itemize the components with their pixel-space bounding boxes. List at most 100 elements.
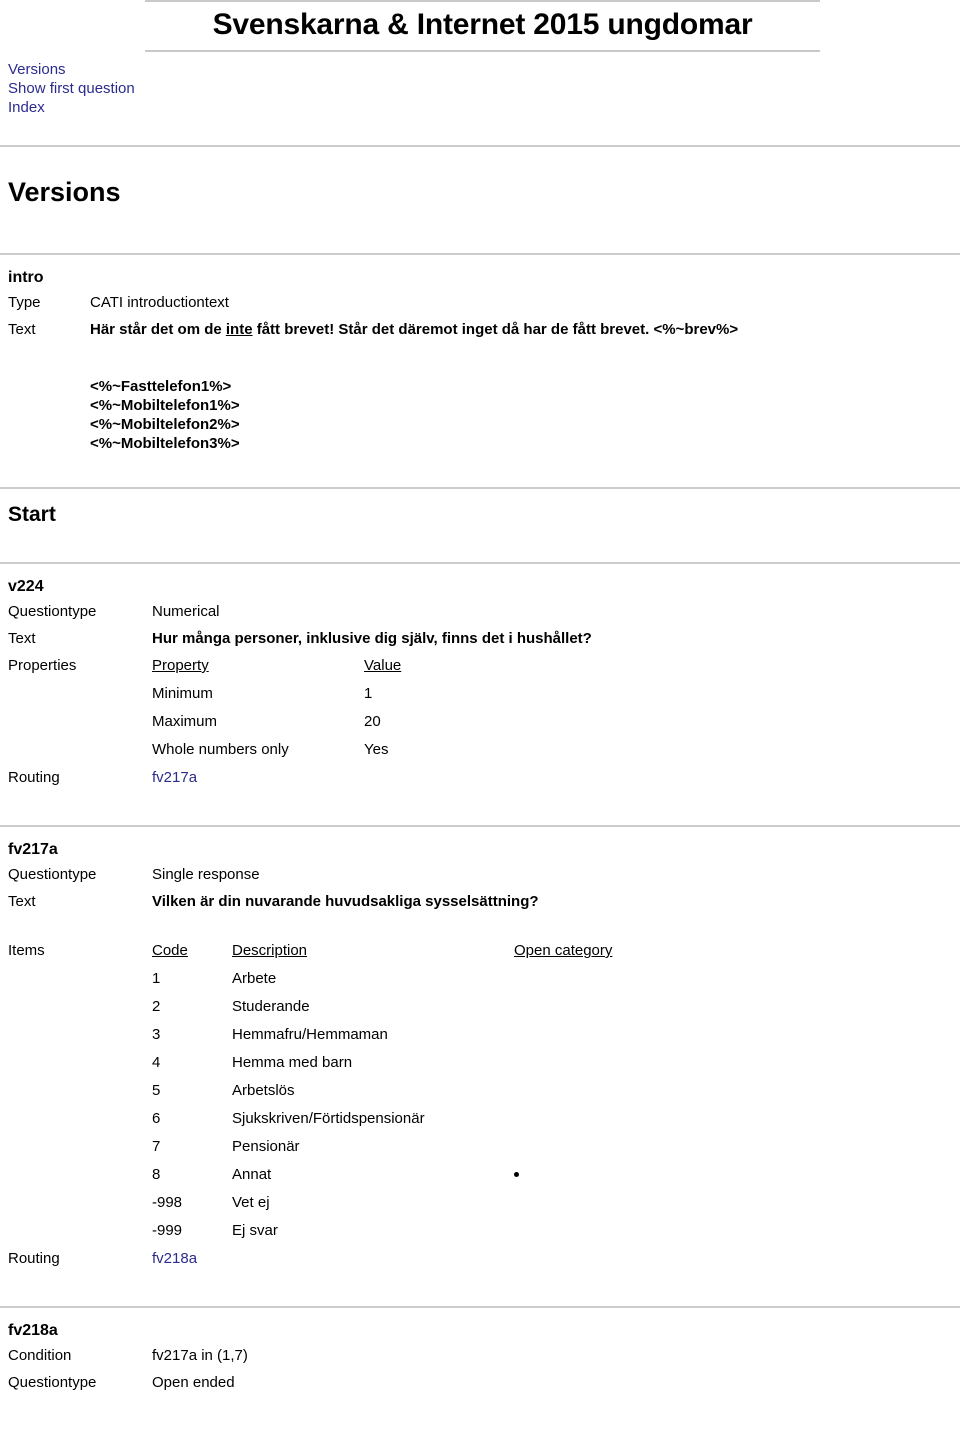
field-row-questiontype: Questiontype Numerical	[8, 598, 960, 625]
field-row-properties: Properties Property Value Minimum 1 Maxi…	[8, 652, 960, 764]
field-row-text: Text Vilken är din nuvarande huvudsaklig…	[8, 888, 960, 915]
table-row: 1 Arbete	[152, 965, 694, 993]
field-value-questiontype: Single response	[152, 866, 260, 883]
section-heading-start: Start	[8, 503, 56, 526]
document-title-banner: Svenskarna & Internet 2015 ungdomar	[145, 0, 820, 52]
question-block-intro: intro Type CATI introductiontext Text Hä…	[0, 255, 960, 453]
field-label-questiontype: Questiontype	[8, 603, 97, 620]
items-cell-code: 2	[152, 998, 161, 1015]
question-block-fv217a: fv217a Questiontype Single response Text…	[0, 827, 960, 1272]
items-cell-code: 3	[152, 1026, 161, 1043]
items-cell-open-category	[514, 1133, 694, 1161]
items-cell-description: Hemma med barn	[232, 1054, 353, 1071]
field-row-items: Items Code Description Open category 1 A…	[8, 937, 960, 1245]
items-cell-description: Vet ej	[232, 1194, 270, 1211]
routing-link-fv218a[interactable]: fv218a	[152, 1250, 197, 1267]
routing-link-fv217a[interactable]: fv217a	[152, 769, 197, 786]
question-name-fv218a: fv218a	[8, 1322, 58, 1339]
items-header-description: Description	[232, 942, 308, 959]
field-label-routing: Routing	[8, 1250, 60, 1267]
items-table-header-row: Code Description Open category	[152, 937, 694, 965]
field-label-items: Items	[8, 942, 45, 959]
items-cell-code: 1	[152, 970, 161, 987]
table-row: 6 Sjukskriven/Förtidspensionär	[152, 1105, 694, 1133]
field-row-questiontype: Questiontype Single response	[8, 861, 960, 888]
items-header-code: Code	[152, 942, 188, 959]
field-value-text: Hur många personer, inklusive dig själv,…	[152, 630, 592, 647]
nav-link-versions[interactable]: Versions	[8, 60, 960, 79]
intro-text-after: fått brevet! Står det däremot inget då h…	[252, 321, 739, 338]
items-cell-description: Sjukskriven/Förtidspensionär	[232, 1110, 425, 1127]
items-cell-description: Arbete	[232, 970, 277, 987]
question-block-v224: v224 Questiontype Numerical Text Hur mån…	[0, 564, 960, 791]
properties-cell-value: 1	[364, 685, 373, 702]
intro-placeholder-list: <%~Fasttelefon1%> <%~Mobiltelefon1%> <%~…	[8, 377, 960, 453]
field-label-properties: Properties	[8, 657, 77, 674]
properties-table: Property Value Minimum 1 Maximum 20 Whol…	[152, 652, 484, 764]
field-label-text: Text	[8, 630, 36, 647]
items-cell-code: -999	[152, 1222, 183, 1239]
items-cell-open-category	[514, 1161, 694, 1189]
properties-cell-property: Whole numbers only	[152, 741, 289, 758]
field-value-condition: fv217a in (1,7)	[152, 1347, 248, 1364]
items-cell-open-category	[514, 993, 694, 1021]
field-label-condition: Condition	[8, 1347, 72, 1364]
items-table-body: 1 Arbete 2 Studerande 3 Hemmafru/Hemmama…	[152, 965, 694, 1245]
field-label-text: Text	[8, 321, 36, 338]
field-label-type: Type	[8, 294, 41, 311]
items-header-open-category: Open category	[514, 942, 613, 959]
items-cell-code: 7	[152, 1138, 161, 1155]
field-row-text: Text Här står det om de inte fått brevet…	[8, 316, 960, 343]
items-cell-description: Annat	[232, 1166, 272, 1183]
field-row-routing: Routing fv218a	[8, 1245, 960, 1272]
table-row: Maximum 20	[152, 708, 484, 736]
items-cell-open-category	[514, 1077, 694, 1105]
question-name-v224: v224	[8, 578, 44, 595]
items-cell-code: 6	[152, 1110, 161, 1127]
items-cell-description: Hemmafru/Hemmaman	[232, 1026, 388, 1043]
table-row: 4 Hemma med barn	[152, 1049, 694, 1077]
items-cell-open-category	[514, 1217, 694, 1245]
intro-text-before: Här står det om de	[90, 321, 226, 338]
table-row: 7 Pensionär	[152, 1133, 694, 1161]
table-row: Whole numbers only Yes	[152, 736, 484, 764]
properties-cell-property: Maximum	[152, 713, 218, 730]
placeholder-mobiltelefon3: <%~Mobiltelefon3%>	[90, 435, 240, 452]
placeholder-mobiltelefon1: <%~Mobiltelefon1%>	[90, 397, 240, 414]
items-cell-open-category	[514, 965, 694, 993]
nav-link-show-first-question[interactable]: Show first question	[8, 79, 960, 98]
items-cell-code: 4	[152, 1054, 161, 1071]
table-row: -999 Ej svar	[152, 1217, 694, 1245]
field-value-text: Vilken är din nuvarande huvudsakliga sys…	[152, 893, 539, 910]
field-label-text: Text	[8, 893, 36, 910]
placeholder-mobiltelefon2: <%~Mobiltelefon2%>	[90, 416, 240, 433]
table-row: 5 Arbetslös	[152, 1077, 694, 1105]
items-cell-open-category	[514, 1189, 694, 1217]
items-cell-code: 8	[152, 1166, 161, 1183]
field-value-text: Här står det om de inte fått brevet! Stå…	[90, 316, 960, 343]
items-cell-open-category	[514, 1105, 694, 1133]
items-cell-description: Arbetslös	[232, 1082, 295, 1099]
field-row-questiontype: Questiontype Open ended	[8, 1369, 960, 1396]
items-cell-open-category	[514, 1049, 694, 1077]
intro-text-underlined: inte	[225, 321, 253, 338]
placeholder-fasttelefon1: <%~Fasttelefon1%>	[90, 378, 232, 395]
table-row: 8 Annat	[152, 1161, 694, 1189]
items-cell-description: Studerande	[232, 998, 310, 1015]
field-row-text: Text Hur många personer, inklusive dig s…	[8, 625, 960, 652]
field-row-type: Type CATI introductiontext	[8, 289, 960, 316]
items-cell-description: Ej svar	[232, 1222, 278, 1239]
table-row: Minimum 1	[152, 680, 484, 708]
open-category-marker-icon	[514, 1171, 519, 1177]
top-navigation: Versions Show first question Index	[0, 52, 960, 117]
properties-cell-value: 20	[364, 713, 381, 730]
section-heading-versions: Versions	[8, 177, 121, 207]
properties-header-value: Value	[364, 657, 402, 674]
table-row: 2 Studerande	[152, 993, 694, 1021]
properties-cell-property: Minimum	[152, 685, 213, 702]
nav-link-index[interactable]: Index	[8, 98, 960, 117]
items-cell-code: 5	[152, 1082, 161, 1099]
field-value-questiontype: Open ended	[152, 1374, 235, 1391]
properties-header-property: Property	[152, 657, 209, 674]
field-label-routing: Routing	[8, 769, 60, 786]
